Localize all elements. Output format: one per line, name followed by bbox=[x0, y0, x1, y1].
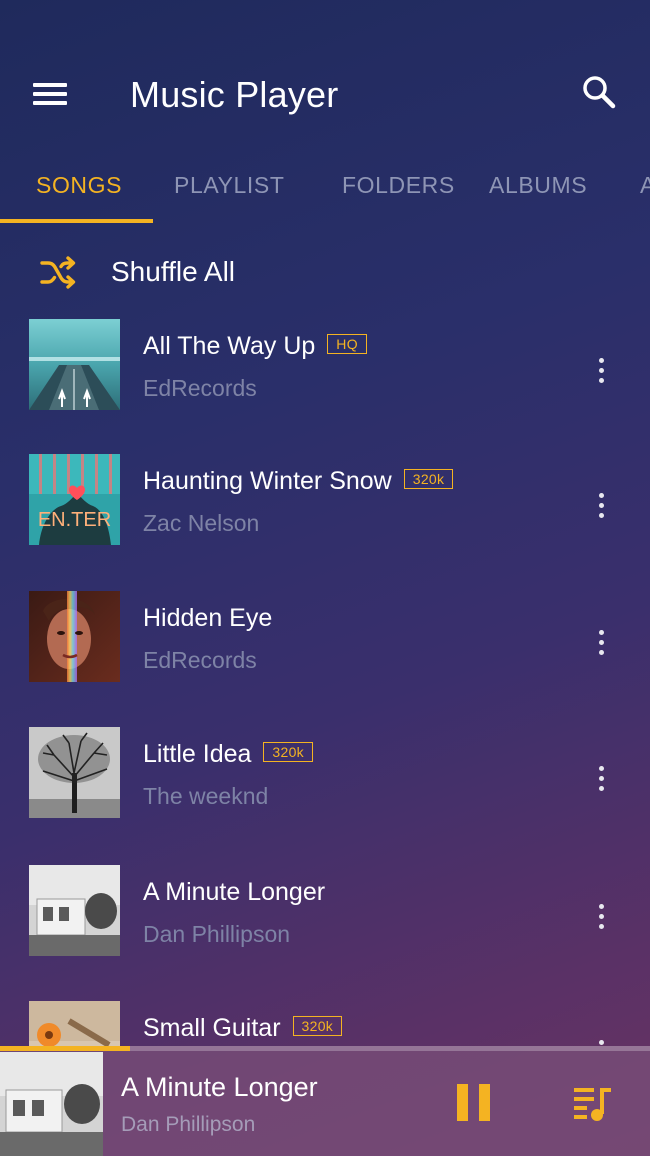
song-artist: EdRecords bbox=[143, 647, 257, 673]
album-art bbox=[29, 319, 120, 410]
song-item[interactable]: EN.TER Haunting Winter Snow 320k Zac Nels… bbox=[0, 439, 650, 565]
shuffle-all-label: Shuffle All bbox=[111, 256, 236, 287]
album-art bbox=[29, 1001, 120, 1050]
song-title: Little Idea bbox=[143, 740, 252, 768]
album-art bbox=[29, 591, 120, 682]
tab-folders[interactable]: FOLDERS bbox=[342, 172, 455, 199]
more-options-icon[interactable] bbox=[590, 900, 612, 934]
app-title: Music Player bbox=[130, 74, 339, 115]
more-options-icon[interactable] bbox=[590, 762, 612, 796]
song-artist: EdRecords bbox=[143, 375, 257, 401]
tab-albums[interactable]: ALBUMS bbox=[489, 172, 587, 199]
quality-badge: 320k bbox=[292, 1016, 343, 1036]
now-playing-album-art bbox=[0, 1052, 103, 1156]
album-art: EN.TER bbox=[29, 454, 120, 545]
album-art bbox=[29, 727, 120, 818]
album-art-text: EN.TER bbox=[38, 509, 111, 531]
more-options-icon[interactable] bbox=[590, 489, 612, 523]
album-art bbox=[29, 865, 120, 956]
song-item[interactable]: All The Way Up HQ EdRecords bbox=[0, 304, 650, 430]
song-artist: Zac Nelson bbox=[143, 510, 260, 536]
playback-progress-fill bbox=[0, 1046, 130, 1051]
pause-icon[interactable] bbox=[455, 1084, 491, 1124]
tab-artists-partial[interactable]: A bbox=[640, 172, 650, 199]
tab-bar: SONGS PLAYLIST FOLDERS ALBUMS A bbox=[0, 150, 650, 224]
tab-songs[interactable]: SONGS bbox=[36, 172, 122, 199]
song-artist: The weeknd bbox=[143, 783, 269, 809]
song-title: Small Guitar bbox=[143, 1014, 281, 1042]
music-player-app: Music Player SONGS PLAYLIST FOLDERS ALBU… bbox=[0, 0, 650, 1156]
shuffle-all-button[interactable]: Shuffle All bbox=[0, 240, 650, 304]
quality-badge: HQ bbox=[327, 334, 367, 354]
song-item[interactable]: Small Guitar 320k bbox=[0, 986, 650, 1050]
more-options-icon[interactable] bbox=[590, 354, 612, 388]
now-playing-title: A Minute Longer bbox=[121, 1072, 318, 1102]
quality-badge: 320k bbox=[263, 742, 313, 762]
song-title: Haunting Winter Snow bbox=[143, 467, 392, 495]
hamburger-menu-icon[interactable] bbox=[30, 80, 70, 110]
song-title: Hidden Eye bbox=[143, 604, 273, 632]
song-item[interactable]: A Minute Longer Dan Phillipson bbox=[0, 850, 650, 976]
more-options-icon[interactable] bbox=[590, 626, 612, 660]
playback-progress-bar[interactable] bbox=[0, 1046, 650, 1051]
quality-badge: 320k bbox=[403, 469, 454, 489]
song-item[interactable]: Little Idea 320k The weeknd bbox=[0, 712, 650, 838]
queue-music-icon[interactable] bbox=[572, 1084, 614, 1124]
shuffle-icon bbox=[39, 254, 77, 290]
app-header: Music Player bbox=[0, 0, 650, 150]
song-title: All The Way Up bbox=[143, 332, 316, 360]
song-artist: Dan Phillipson bbox=[143, 921, 291, 947]
now-playing-artist: Dan Phillipson bbox=[121, 1113, 256, 1136]
song-item[interactable]: Hidden Eye EdRecords bbox=[0, 576, 650, 702]
song-title: A Minute Longer bbox=[143, 878, 326, 906]
song-list: All The Way Up HQ EdRecords EN.TER Haunt… bbox=[0, 304, 650, 1050]
now-playing-bar[interactable]: A Minute Longer Dan Phillipson bbox=[0, 1046, 650, 1156]
search-icon[interactable] bbox=[578, 72, 620, 114]
active-tab-indicator bbox=[0, 219, 153, 223]
tab-playlist[interactable]: PLAYLIST bbox=[174, 172, 284, 199]
